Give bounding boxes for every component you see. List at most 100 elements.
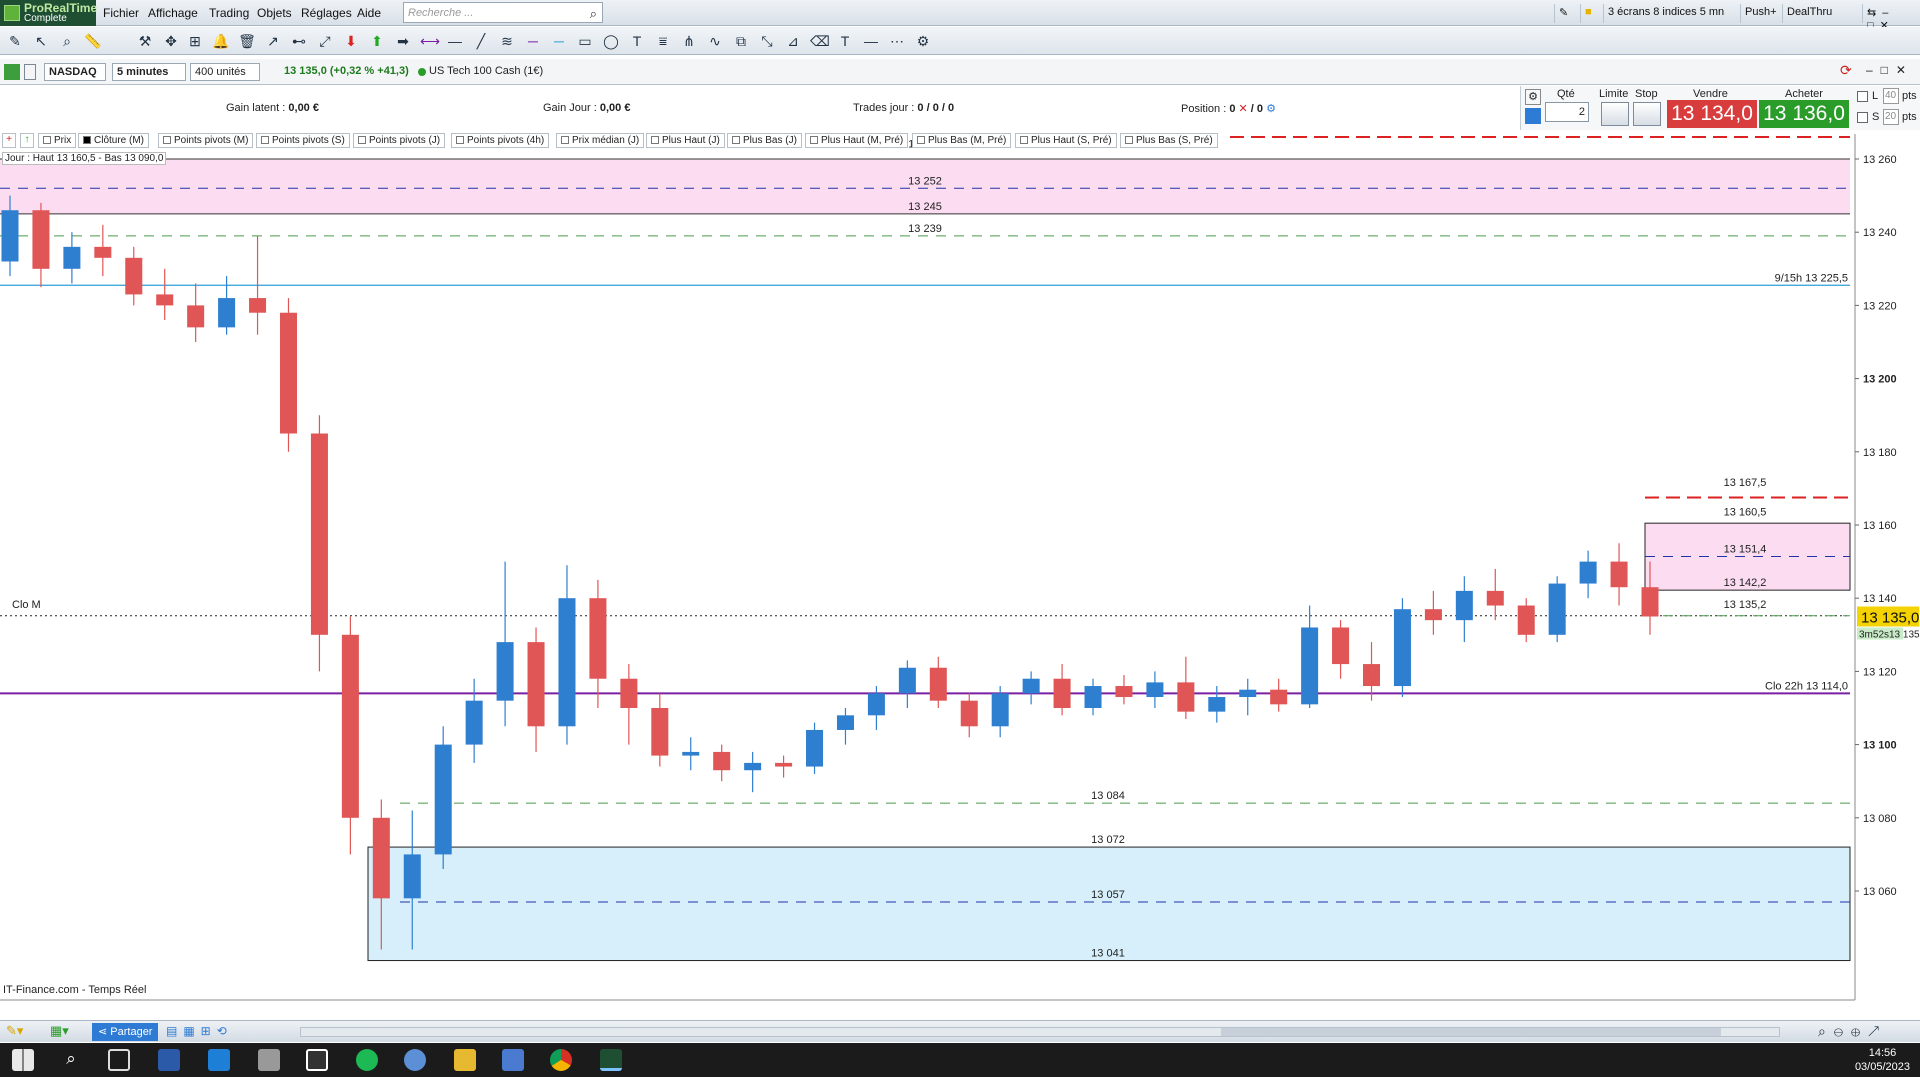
dash-line-icon[interactable]: —	[862, 32, 880, 50]
bell-icon[interactable]: ■	[1580, 4, 1602, 23]
menu-objets[interactable]: Objets	[257, 6, 292, 20]
indicator-tag[interactable]: Plus Haut (J)	[646, 133, 725, 148]
indicator-tag[interactable]: Plus Bas (J)	[727, 133, 802, 148]
indicator-tag[interactable]: Plus Haut (S, Pré)	[1015, 133, 1117, 148]
indicator-tag[interactable]: Plus Bas (S, Pré)	[1120, 133, 1218, 148]
prorealtime-taskbar-icon[interactable]	[600, 1049, 622, 1071]
position-settings-icon[interactable]: ⚙	[1266, 103, 1276, 115]
price-chart[interactable]: 13 260 13 252 13 245 13 239 9/15h 13 225,5 Cl…	[0, 134, 1920, 1004]
fibonacci-icon[interactable]: ≋	[498, 32, 516, 50]
arrow-line-icon[interactable]: ↗	[264, 32, 282, 50]
up-arrow-icon[interactable]: ⬆	[368, 32, 386, 50]
stop-checkbox[interactable]	[1857, 112, 1868, 123]
window-controls[interactable]: ⇆–□✕	[1862, 4, 1920, 32]
magic-wand-icon[interactable]: ⚒	[136, 32, 154, 50]
chart-window-controls[interactable]: –□✕	[1866, 63, 1914, 77]
quantity-input[interactable]: 2	[1545, 102, 1589, 122]
indicator-tag[interactable]: Plus Bas (M, Pré)	[912, 133, 1012, 148]
add-indicator-icon[interactable]: +	[2, 133, 16, 148]
down-arrow-icon[interactable]: ⬇	[342, 32, 360, 50]
search-icon[interactable]: ⌕	[590, 6, 597, 22]
file-manager-icon[interactable]	[258, 1049, 280, 1071]
alarm-icon[interactable]: 🔔	[212, 32, 230, 50]
ruler-icon[interactable]: 📏	[84, 32, 102, 50]
link-icon[interactable]	[24, 64, 36, 80]
chart-style-icon[interactable]: ▦▾	[50, 1023, 84, 1040]
stop-order-button[interactable]	[1633, 102, 1661, 126]
push-button[interactable]: Push+	[1740, 4, 1781, 23]
segment-icon[interactable]: ⊷	[290, 32, 308, 50]
cursor-icon[interactable]: ↖	[32, 32, 50, 50]
channel-icon[interactable]: ⤢	[316, 32, 334, 50]
limit-order-button[interactable]	[1601, 102, 1629, 126]
windows-start-icon[interactable]	[12, 1049, 34, 1071]
wrench-icon[interactable]: ⚙	[1525, 89, 1541, 105]
menu-reglages[interactable]: Réglages	[301, 6, 352, 20]
collapse-icon[interactable]: ↑	[20, 133, 34, 148]
pencil-icon[interactable]: ✎	[6, 32, 24, 50]
menu-fichier[interactable]: Fichier	[103, 6, 139, 20]
spotify-icon[interactable]	[356, 1049, 378, 1071]
trendline-icon[interactable]: ╱	[472, 32, 490, 50]
indicator-tag[interactable]: Prix	[38, 133, 77, 148]
search-icon[interactable]: ⌕	[60, 1049, 82, 1071]
pen-icon[interactable]: ✎	[1554, 4, 1580, 23]
app-logo[interactable]: ProRealTime Complete	[0, 0, 97, 26]
horizontal-line-icon[interactable]: ─	[524, 32, 542, 50]
dealthru-button[interactable]: DealThru	[1782, 4, 1836, 23]
indicator-tag[interactable]: Points pivots (4h)	[451, 133, 550, 148]
calendar-icon[interactable]	[306, 1049, 328, 1071]
share-button[interactable]: ⋖ Partager	[92, 1023, 159, 1041]
chart-type-icon[interactable]	[4, 64, 20, 80]
menu-trading[interactable]: Trading	[209, 6, 249, 20]
rectangle-icon[interactable]: ▭	[576, 32, 594, 50]
text-icon[interactable]: T	[628, 32, 646, 50]
buy-button[interactable]: 13 136,0	[1759, 100, 1849, 128]
grid-icon[interactable]: ⊞	[186, 32, 204, 50]
refresh-icon[interactable]: ⟳	[1840, 62, 1860, 82]
indicator-tag[interactable]: Clôture (M)	[78, 133, 150, 148]
zoom-controls[interactable]: ⌕⊖⊕↗	[1818, 1023, 1887, 1040]
sell-button[interactable]: 13 134,0	[1667, 100, 1757, 128]
move-icon[interactable]: ✥	[162, 32, 180, 50]
regression-icon[interactable]: ⤡	[758, 32, 776, 50]
draw-mode-icon[interactable]: ✎▾	[6, 1023, 34, 1040]
zoom-icon[interactable]: ⌕	[58, 32, 76, 50]
indicator-tag[interactable]: Points pivots (J)	[353, 133, 446, 148]
close-position-icon[interactable]: ✕	[1239, 103, 1248, 115]
settings-gear-icon[interactable]: ⚙	[914, 32, 932, 50]
text-box-icon[interactable]: T	[836, 32, 854, 50]
status-tool-icons[interactable]: ▤▦⊞⟲	[166, 1024, 233, 1038]
scrollbar-thumb[interactable]	[1221, 1028, 1721, 1036]
stop-pts-input[interactable]: 20	[1883, 109, 1899, 125]
pitchfork-icon[interactable]: ⋔	[680, 32, 698, 50]
line-icon[interactable]: —	[446, 32, 464, 50]
screens-button[interactable]: 3 écrans 8 indices 5 mn	[1603, 4, 1728, 23]
hline-icon[interactable]: ⟷	[420, 32, 440, 50]
chrome-icon[interactable]	[550, 1049, 572, 1071]
task-view-icon[interactable]	[108, 1049, 130, 1071]
store-icon[interactable]	[208, 1049, 230, 1071]
horizontal-scrollbar[interactable]	[300, 1027, 1780, 1037]
step-icon[interactable]: ⋯	[888, 32, 906, 50]
word-icon[interactable]	[158, 1049, 180, 1071]
right-arrow-icon[interactable]: ➡	[394, 32, 412, 50]
timeframe-select[interactable]: 5 minutes	[112, 63, 186, 81]
calculator-icon[interactable]	[502, 1049, 524, 1071]
app-icon[interactable]	[404, 1049, 426, 1071]
indicator-tag[interactable]: Prix médian (J)	[556, 133, 645, 148]
limit-checkbox[interactable]	[1857, 91, 1868, 102]
fan-icon[interactable]: ⩸	[654, 32, 672, 50]
cycles-icon[interactable]: ∿	[706, 32, 724, 50]
menu-aide[interactable]: Aide	[357, 6, 381, 20]
ellipse-icon[interactable]: ◯	[602, 32, 620, 50]
folder-icon[interactable]	[454, 1049, 476, 1071]
trash-icon[interactable]: 🗑	[238, 32, 256, 50]
level-line-icon[interactable]: ─	[550, 32, 568, 50]
indicator-tag[interactable]: Points pivots (S)	[256, 133, 350, 148]
indicator-tag[interactable]: Points pivots (M)	[158, 133, 254, 148]
eraser-icon[interactable]: ⌫	[810, 32, 830, 50]
limit-pts-input[interactable]: 40	[1883, 88, 1899, 104]
search-input[interactable]: Recherche ... ⌕	[403, 2, 603, 23]
measure-icon[interactable]: ⧉	[732, 32, 750, 50]
